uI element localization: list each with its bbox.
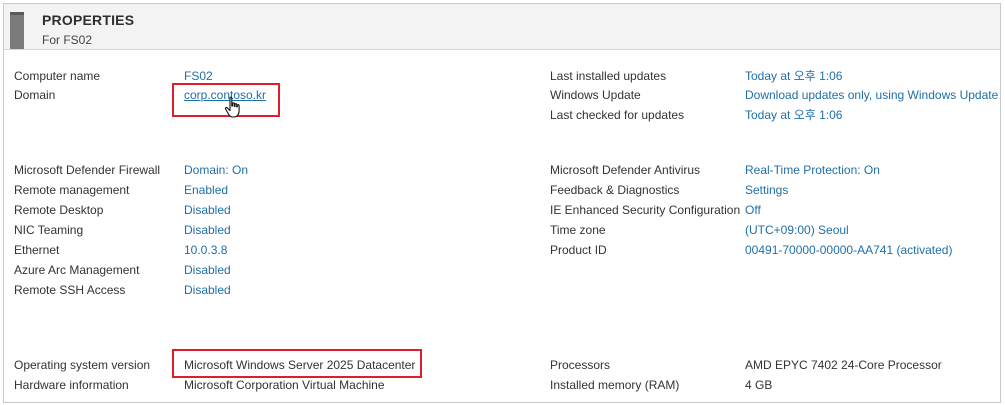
defender-antivirus-label: Microsoft Defender Antivirus [550,163,701,177]
ie-esc-label: IE Enhanced Security Configuration [550,203,741,217]
remote-management-label: Remote management [14,183,130,197]
os-version-highlight-box [172,349,422,378]
last-installed-updates-link[interactable]: Today at 오후 1:06 [745,69,842,83]
product-id-label: Product ID [550,243,607,257]
azure-arc-link[interactable]: Disabled [184,263,231,277]
installed-memory-value: 4 GB [745,378,773,392]
ethernet-link[interactable]: 10.0.3.8 [184,243,227,257]
installed-memory-label: Installed memory (RAM) [550,378,680,392]
last-checked-updates-label: Last checked for updates [550,108,685,122]
firewall-label: Microsoft Defender Firewall [14,163,161,177]
hardware-info-label: Hardware information [14,378,129,392]
properties-panel: PROPERTIES For FS02 Computer name FS02 D… [3,3,1001,403]
remote-ssh-link[interactable]: Disabled [184,283,231,297]
remote-desktop-label: Remote Desktop [14,203,104,217]
remote-desktop-link[interactable]: Disabled [184,203,231,217]
server-icon [10,12,24,49]
domain-label: Domain [14,88,56,102]
remote-ssh-label: Remote SSH Access [14,283,126,297]
processors-value: AMD EPYC 7402 24-Core Processor [745,358,942,372]
properties-title: PROPERTIES [42,12,135,28]
last-installed-updates-label: Last installed updates [550,69,667,83]
feedback-diagnostics-link[interactable]: Settings [745,183,788,197]
hand-pointer-icon [224,96,240,118]
time-zone-link[interactable]: (UTC+09:00) Seoul [745,223,849,237]
windows-update-label: Windows Update [550,88,641,102]
product-id-link[interactable]: 00491-70000-00000-AA741 (activated) [745,243,952,257]
ethernet-label: Ethernet [14,243,60,257]
feedback-diagnostics-label: Feedback & Diagnostics [550,183,680,197]
properties-header: PROPERTIES For FS02 [4,4,1000,50]
last-checked-updates-link[interactable]: Today at 오후 1:06 [745,108,842,122]
os-version-label: Operating system version [14,358,151,372]
computer-name-label: Computer name [14,69,101,83]
azure-arc-label: Azure Arc Management [14,263,140,277]
nic-teaming-link[interactable]: Disabled [184,223,231,237]
remote-management-link[interactable]: Enabled [184,183,228,197]
time-zone-label: Time zone [550,223,606,237]
windows-update-link[interactable]: Download updates only, using Windows Upd… [745,88,998,102]
computer-name-link[interactable]: FS02 [184,69,213,83]
defender-antivirus-link[interactable]: Real-Time Protection: On [745,163,880,177]
hardware-info-value: Microsoft Corporation Virtual Machine [184,378,385,392]
properties-subtitle: For FS02 [42,33,93,47]
nic-teaming-label: NIC Teaming [14,223,84,237]
ie-esc-link[interactable]: Off [745,203,761,217]
processors-label: Processors [550,358,611,372]
firewall-link[interactable]: Domain: On [184,163,248,177]
